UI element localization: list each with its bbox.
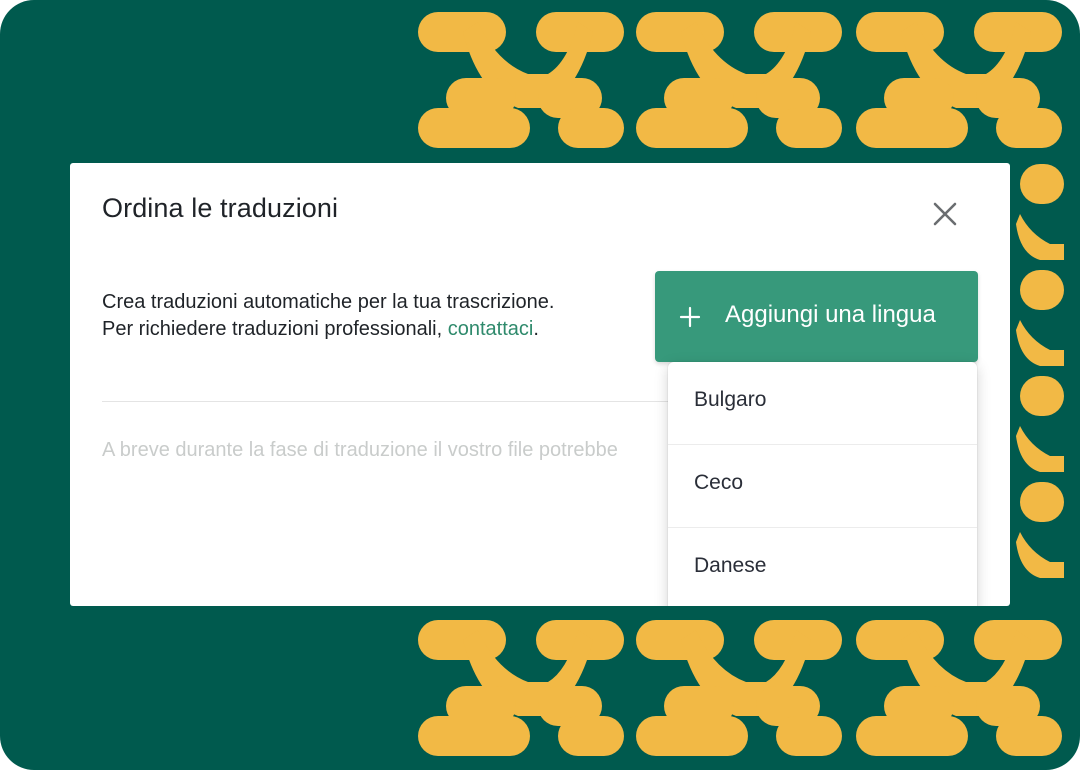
- language-option-label: Danese: [694, 554, 767, 577]
- pattern-tile: [1016, 164, 1064, 260]
- add-language-button[interactable]: Aggiungi una lingua: [655, 271, 978, 362]
- plus-icon: [679, 306, 701, 328]
- pattern-tile: [856, 620, 1062, 756]
- close-button[interactable]: [928, 197, 962, 231]
- language-dropdown[interactable]: Bulgaro Ceco Danese: [668, 362, 977, 606]
- pattern-tile: [1016, 376, 1064, 472]
- language-option-bulgaro[interactable]: Bulgaro: [668, 362, 977, 445]
- background-frame: Ordina le traduzioni Crea traduzioni aut…: [0, 0, 1080, 770]
- pattern-tile: [1016, 482, 1064, 578]
- description-line-2-suffix: .: [533, 318, 539, 340]
- description-line-2: Per richiedere traduzioni professionali,…: [102, 316, 554, 343]
- pattern-tile: [1016, 270, 1064, 366]
- language-option-ceco[interactable]: Ceco: [668, 445, 977, 528]
- close-icon: [933, 202, 957, 226]
- description-line-2-text: Per richiedere traduzioni professionali,: [102, 318, 448, 340]
- order-translations-dialog: Ordina le traduzioni Crea traduzioni aut…: [70, 163, 1010, 606]
- translation-notice: A breve durante la fase di traduzione il…: [102, 439, 618, 461]
- language-option-label: Bulgaro: [694, 388, 767, 411]
- pattern-tile: [636, 12, 842, 148]
- pattern-tile: [418, 12, 624, 148]
- add-language-label: Aggiungi una lingua: [725, 301, 936, 328]
- divider: [102, 401, 682, 402]
- pattern-tile: [856, 12, 1062, 148]
- pattern-tile: [418, 620, 624, 756]
- dialog-title: Ordina le traduzioni: [102, 193, 339, 223]
- language-option-label: Ceco: [694, 471, 744, 494]
- language-option-danese[interactable]: Danese: [668, 528, 977, 606]
- dialog-description: Crea traduzioni automatiche per la tua t…: [102, 289, 554, 343]
- description-line-1: Crea traduzioni automatiche per la tua t…: [102, 291, 555, 313]
- contact-link[interactable]: contattaci: [448, 318, 534, 340]
- pattern-tile: [636, 620, 842, 756]
